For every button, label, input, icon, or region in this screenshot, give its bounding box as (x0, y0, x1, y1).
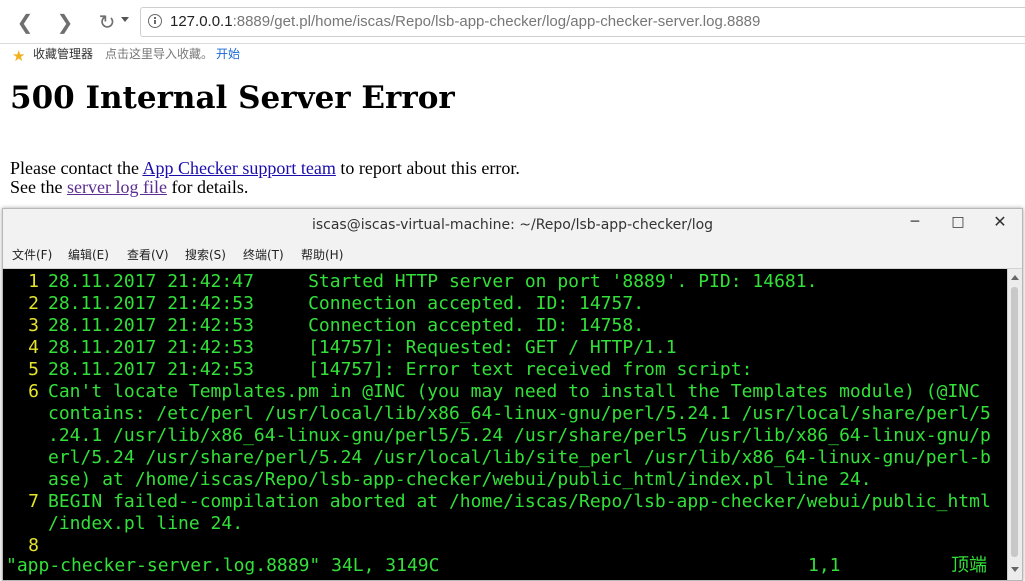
line-text: Can't locate Templates.pm in @INC (you m… (48, 381, 980, 402)
support-team-link[interactable]: App Checker support team (142, 158, 335, 178)
url-path: :8889/get.pl/home/iscas/Repo/lsb-app-che… (232, 13, 761, 30)
server-log-link[interactable]: server log file (67, 177, 167, 197)
terminal-line: /index.pl line 24. (3, 513, 243, 535)
terminal-line: .24.1 /usr/lib/x86_64-linux-gnu/perl5/5.… (3, 425, 991, 447)
terminal-menubar: 文件(F) 编辑(E) 查看(V) 搜索(S) 终端(T) 帮助(H) (3, 241, 1022, 269)
menu-edit[interactable]: 编辑(E) (68, 241, 109, 269)
back-icon[interactable]: ❮ (13, 10, 37, 34)
page-title: 500 Internal Server Error (10, 80, 455, 116)
contact-prefix: Please contact the (10, 158, 143, 178)
line-text: .24.1 /usr/lib/x86_64-linux-gnu/perl5/5.… (48, 425, 991, 446)
vim-status-scroll: 顶端 (951, 555, 987, 576)
terminal-line: 2 28.11.2017 21:42:53 Connection accepted… (3, 293, 644, 315)
terminal-line: 4 28.11.2017 21:42:53 [14757]: Requested:… (3, 337, 677, 359)
terminal-window[interactable]: iscas@iscas-virtual-machine: ~/Repo/lsb-… (2, 208, 1023, 581)
terminal-line: 3 28.11.2017 21:42:53 Connection accepted… (3, 315, 644, 337)
line-text: 28.11.2017 21:42:53 Connection accepted.… (48, 293, 645, 314)
scroll-up-icon[interactable] (1011, 275, 1019, 280)
menu-help[interactable]: 帮助(H) (301, 241, 343, 269)
address-bar[interactable]: 127.0.0.1:8889/get.pl/home/iscas/Repo/ls… (140, 7, 1025, 37)
line-number: 7 (28, 491, 39, 512)
vim-status-position: 1,1 (808, 555, 841, 576)
line-text (39, 535, 48, 556)
url-text[interactable]: 127.0.0.1:8889/get.pl/home/iscas/Repo/ls… (170, 8, 760, 36)
terminal-screen[interactable]: 1 28.11.2017 21:42:47 Started HTTP server… (3, 269, 1007, 580)
line-text: contains: /etc/perl /usr/local/lib/x86_6… (48, 403, 991, 424)
scroll-down-icon[interactable] (1011, 567, 1019, 572)
terminal-line: 6 Can't locate Templates.pm in @INC (you … (3, 381, 980, 403)
terminal-titlebar[interactable]: iscas@iscas-virtual-machine: ~/Repo/lsb-… (3, 209, 1022, 241)
line-number: 3 (28, 315, 39, 336)
line-number: 1 (28, 271, 39, 292)
line-number: 2 (28, 293, 39, 314)
terminal-line: 1 28.11.2017 21:42:47 Started HTTP server… (3, 271, 817, 293)
line-number: 5 (28, 359, 39, 380)
line-text: ase) at /home/iscas/Repo/lsb-app-checker… (48, 469, 872, 490)
menu-terminal[interactable]: 终端(T) (243, 241, 284, 269)
log-message: See the server log file for details. (10, 177, 248, 198)
scrollbar-thumb[interactable] (1011, 287, 1018, 557)
contact-message: Please contact the App Checker support t… (10, 158, 520, 179)
terminal-line: 8 (3, 535, 48, 557)
vim-status-file: "app-checker-server.log.8889" 34L, 3149C (6, 555, 440, 576)
log-suffix: for details. (166, 177, 249, 197)
line-text: erl/5.24 /usr/share/perl/5.24 /usr/local… (48, 447, 991, 468)
line-number: 8 (28, 535, 39, 556)
line-text: /index.pl line 24. (48, 513, 244, 534)
line-number: 6 (28, 381, 39, 402)
reload-menu-chevron-down-icon[interactable] (121, 17, 129, 22)
terminal-line: contains: /etc/perl /usr/local/lib/x86_6… (3, 403, 991, 425)
line-text: 28.11.2017 21:42:47 Started HTTP server … (48, 271, 818, 292)
reload-icon[interactable]: ↻ (95, 10, 119, 34)
menu-file[interactable]: 文件(F) (12, 241, 52, 269)
close-icon[interactable]: ✕ (985, 209, 1015, 237)
line-text: 28.11.2017 21:42:53 [14757]: Requested: … (48, 337, 677, 358)
url-host: 127.0.0.1 (170, 13, 233, 30)
line-text: BEGIN failed--compilation aborted at /ho… (48, 491, 991, 512)
menu-view[interactable]: 查看(V) (127, 241, 169, 269)
terminal-line: 7 BEGIN failed--compilation aborted at /h… (3, 491, 991, 513)
maximize-icon[interactable]: □ (943, 209, 973, 237)
browser-toolbar: ❮ ❯ ↻ 127.0.0.1:8889/get.pl/home/iscas/R… (0, 0, 1025, 44)
bookmarks-bar: ★ 收藏管理器 点击这里导入收藏。 开始 (0, 44, 1025, 68)
line-text: 28.11.2017 21:42:53 Connection accepted.… (48, 315, 645, 336)
log-prefix: See the (10, 177, 67, 197)
page-content: 500 Internal Server Error Please contact… (0, 68, 1025, 208)
line-text: 28.11.2017 21:42:53 [14757]: Error text … (48, 359, 753, 380)
star-icon: ★ (12, 47, 26, 65)
bookmark-start-link[interactable]: 开始 (216, 44, 240, 64)
terminal-line: erl/5.24 /usr/share/perl/5.24 /usr/local… (3, 447, 991, 469)
terminal-line: 5 28.11.2017 21:42:53 [14757]: Error text… (3, 359, 752, 381)
bookmark-import-hint: 点击这里导入收藏。 (105, 47, 214, 61)
forward-icon[interactable]: ❯ (53, 10, 77, 34)
line-number: 4 (28, 337, 39, 358)
terminal-scrollbar[interactable] (1007, 269, 1022, 580)
menu-search[interactable]: 搜索(S) (185, 241, 226, 269)
minimize-icon[interactable]: ─ (900, 209, 930, 237)
contact-suffix: to report about this error. (335, 158, 520, 178)
bookmark-manager-link[interactable]: 收藏管理器 (33, 44, 93, 64)
terminal-line: ase) at /home/iscas/Repo/lsb-app-checker… (3, 469, 872, 491)
terminal-title: iscas@iscas-virtual-machine: ~/Repo/lsb-… (311, 217, 714, 233)
site-info-icon[interactable] (148, 14, 162, 28)
